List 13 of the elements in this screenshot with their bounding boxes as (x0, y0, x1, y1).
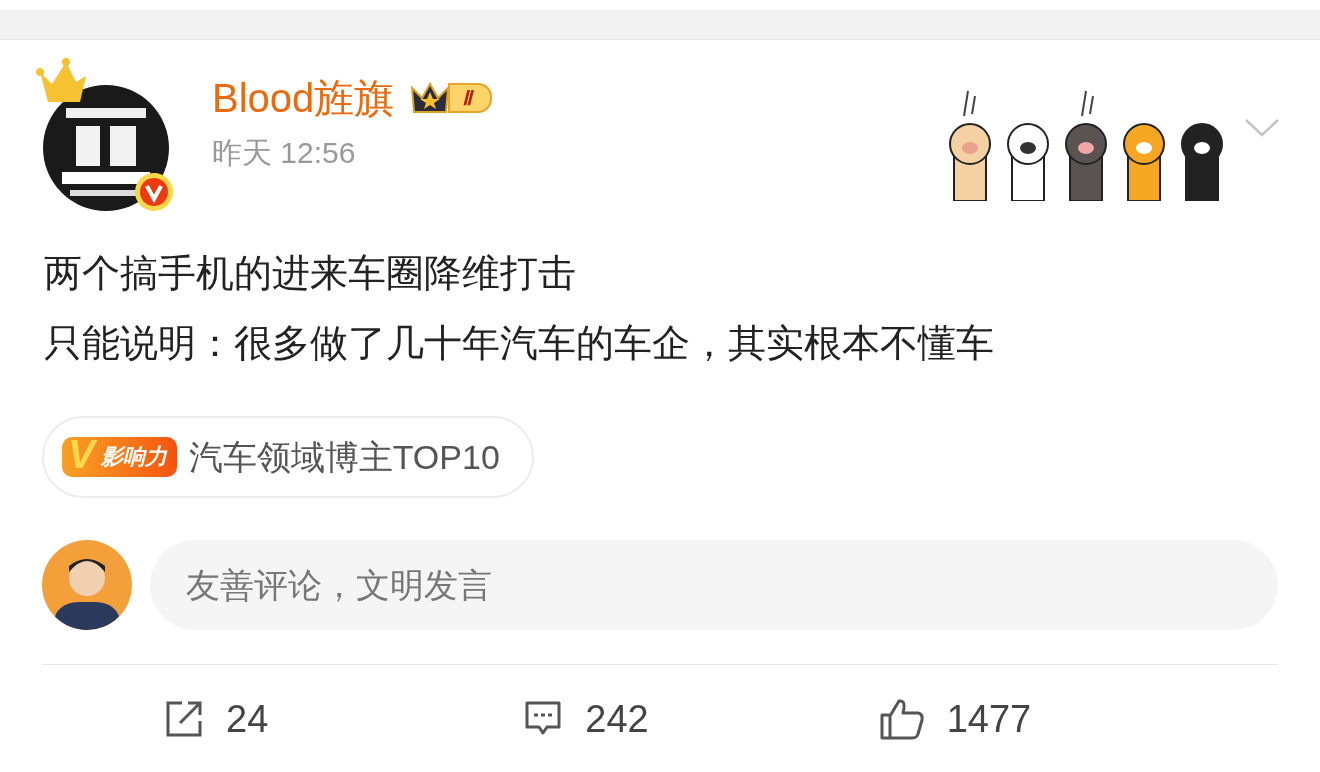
comment-input[interactable]: 友善评论，文明发言 (150, 540, 1278, 630)
tag-label: 汽车领域博主TOP10 (188, 440, 500, 474)
share-icon (164, 699, 204, 739)
chevron-down-icon[interactable] (1244, 118, 1280, 138)
thumbs-up-icon (878, 697, 925, 741)
badge-label: 影响力 (100, 446, 167, 468)
post-text: 只能说明：很多做了几十年汽车的车企，其实根本不懂车 (44, 321, 995, 366)
crown-icon (36, 58, 88, 104)
post-time: 昨天 12:56 (212, 138, 357, 168)
tag-pill[interactable]: V影响力 汽车领域博主TOP10 (42, 416, 534, 498)
level-badge: Ⅱ (408, 78, 493, 118)
badge-mark: V (62, 434, 101, 474)
post-text: 两个搞手机的进来车圈降维打击 (44, 251, 577, 296)
